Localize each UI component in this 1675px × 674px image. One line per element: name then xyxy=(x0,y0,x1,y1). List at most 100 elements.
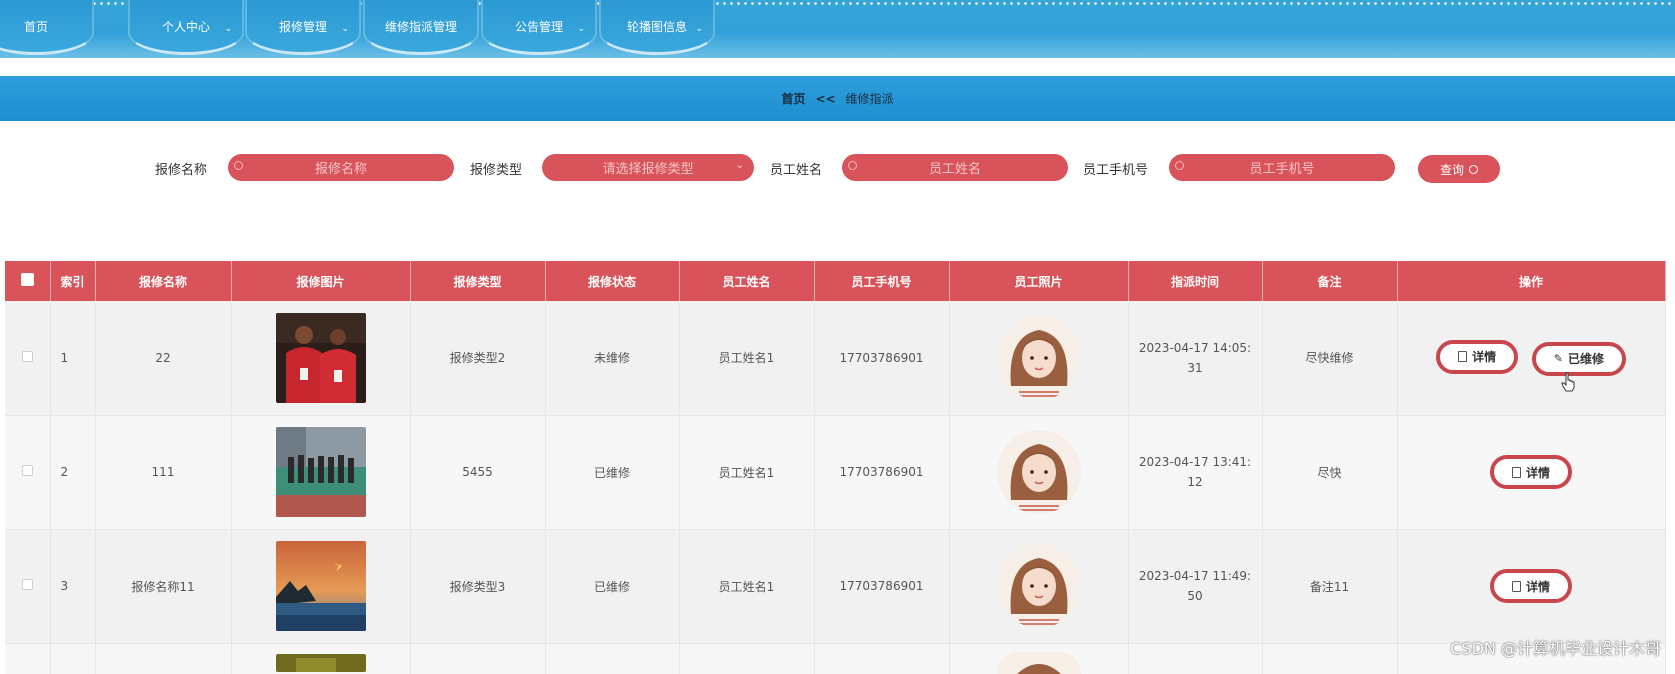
repair-image xyxy=(276,313,366,403)
column-header: 报修图片 xyxy=(231,261,410,301)
employee-phone: 17703786901 xyxy=(814,415,949,529)
repair-image-cell xyxy=(231,415,410,529)
nav-item-label: 首页 xyxy=(24,18,48,35)
row-select-cell[interactable] xyxy=(5,529,50,643)
column-header: 员工姓名 xyxy=(679,261,814,301)
select-all-checkbox[interactable] xyxy=(21,273,34,286)
assign-time-cell: 2023-04-17 13:41: 12 xyxy=(1128,415,1262,529)
search-icon xyxy=(1469,165,1478,174)
breadcrumb-home[interactable]: 首页 xyxy=(781,90,805,107)
column-header: 报修名称 xyxy=(95,261,231,301)
row-select-cell[interactable] xyxy=(5,301,50,415)
nav-spacer xyxy=(0,58,1675,71)
nav-item-assignment-management[interactable]: 维修指派管理 xyxy=(363,0,479,55)
avatar-graphic xyxy=(997,652,1081,674)
table-row: 2 111 xyxy=(5,415,1665,529)
breadcrumb: 首页 << 维修指派 xyxy=(0,76,1675,121)
chevron-down-icon: ⌄ xyxy=(577,24,585,34)
actions-cell: 详情 xyxy=(1397,415,1665,529)
detail-button[interactable]: 详情 xyxy=(1490,455,1572,489)
employee-avatar xyxy=(997,652,1081,674)
employee-photo-cell xyxy=(949,529,1128,643)
assign-time-line1: 2023-04-17 14:05: xyxy=(1129,338,1262,358)
table-header-row: 索引 报修名称 报修图片 报修类型 报修状态 员工姓名 员工手机号 员工照片 指… xyxy=(5,261,1665,301)
repair-image-cell xyxy=(231,301,410,415)
nav-item-label: 轮播图信息 xyxy=(627,18,687,35)
employee-name: 员工姓名1 xyxy=(679,301,814,415)
column-header: 索引 xyxy=(50,261,95,301)
employee-phone-placeholder: 员工手机号 xyxy=(1249,158,1314,177)
mark-repaired-button-label: 已维修 xyxy=(1568,350,1604,367)
assign-time-cell: 2023-04-17 11:49: 50 xyxy=(1128,529,1262,643)
nav-item-home[interactable]: 首页 xyxy=(0,0,94,55)
edit-icon: ✎ xyxy=(1554,352,1563,365)
search-icon xyxy=(1175,161,1184,170)
note: 尽快维修 xyxy=(1262,301,1397,415)
repair-image xyxy=(276,427,366,517)
document-icon xyxy=(1458,351,1467,362)
watermark: CSDN @计算机毕业设计木哥 xyxy=(1450,635,1661,659)
actions-cell: 详情 xyxy=(1397,529,1665,643)
avatar-graphic xyxy=(997,316,1081,400)
row-checkbox[interactable] xyxy=(22,579,33,590)
search-icon xyxy=(234,161,243,170)
employee-phone: 17703786901 xyxy=(814,301,949,415)
employee-avatar xyxy=(997,544,1081,628)
repair-type: 5455 xyxy=(410,415,545,529)
assignment-table: 索引 报修名称 报修图片 报修类型 报修状态 员工姓名 员工手机号 员工照片 指… xyxy=(5,261,1666,674)
row-checkbox[interactable] xyxy=(22,465,33,476)
repair-name-input[interactable]: 报修名称 xyxy=(228,154,454,181)
chevron-down-icon: ⌄ xyxy=(341,24,349,34)
document-icon xyxy=(1512,581,1521,592)
chevron-down-icon: ⌄ xyxy=(736,160,744,171)
breadcrumb-separator: << xyxy=(815,92,835,106)
nav-item-personal-center[interactable]: 个人中心 ⌄ xyxy=(128,0,244,55)
repair-type: 报修类型3 xyxy=(410,529,545,643)
mark-repaired-button[interactable]: ✎ 已维修 xyxy=(1532,342,1626,376)
employee-name-placeholder: 员工姓名 xyxy=(929,158,981,177)
detail-button-label: 详情 xyxy=(1526,578,1550,595)
employee-avatar xyxy=(997,430,1081,514)
column-header: 员工照片 xyxy=(949,261,1128,301)
column-header: 报修类型 xyxy=(410,261,545,301)
repair-name: 报修名称11 xyxy=(95,529,231,643)
search-label-repair-name: 报修名称 xyxy=(155,159,207,178)
avatar-graphic xyxy=(997,544,1081,628)
nav-item-notice-management[interactable]: 公告管理 ⌄ xyxy=(481,0,597,55)
top-nav: 首页 个人中心 ⌄ 报修管理 ⌄ 维修指派管理 公告管理 ⌄ 轮播图信息 ⌄ xyxy=(0,0,1675,58)
repair-type-select[interactable]: 请选择报修类型 ⌄ xyxy=(542,154,754,181)
document-icon xyxy=(1512,467,1521,478)
note: 备注11 xyxy=(1262,529,1397,643)
search-label-repair-type: 报修类型 xyxy=(470,159,522,178)
query-button[interactable]: 查询 xyxy=(1418,155,1500,183)
row-index: 2 xyxy=(50,415,95,529)
repair-name-placeholder: 报修名称 xyxy=(315,158,367,177)
repair-status: 已维修 xyxy=(545,529,679,643)
query-button-label: 查询 xyxy=(1440,161,1464,178)
detail-button-label: 详情 xyxy=(1472,348,1496,365)
search-icon xyxy=(848,161,857,170)
hand-pointer-icon xyxy=(1561,372,1575,392)
employee-name-input[interactable]: 员工姓名 xyxy=(842,154,1068,181)
employee-avatar xyxy=(997,316,1081,400)
employee-phone: 17703786901 xyxy=(814,529,949,643)
assign-time-cell: 2023-04-17 14:05: 31 xyxy=(1128,301,1262,415)
repair-type-placeholder: 请选择报修类型 xyxy=(602,158,693,177)
assign-time-line1: 2023-04-17 13:41: xyxy=(1129,452,1262,472)
row-checkbox[interactable] xyxy=(22,351,33,362)
detail-button[interactable]: 详情 xyxy=(1490,569,1572,603)
detail-button-label: 详情 xyxy=(1526,464,1550,481)
row-select-cell[interactable] xyxy=(5,415,50,529)
repair-image xyxy=(276,541,366,631)
search-label-employee-name: 员工姓名 xyxy=(770,159,822,178)
nav-item-carousel-info[interactable]: 轮播图信息 ⌄ xyxy=(599,0,715,55)
actions-cell: 详情 ✎ 已维修 xyxy=(1397,301,1665,415)
employee-phone-input[interactable]: 员工手机号 xyxy=(1169,154,1395,181)
assign-time-line2: 31 xyxy=(1129,358,1262,378)
column-header: 备注 xyxy=(1262,261,1397,301)
detail-button[interactable]: 详情 xyxy=(1436,340,1518,374)
row-index: 1 xyxy=(50,301,95,415)
search-label-employee-phone: 员工手机号 xyxy=(1083,159,1148,178)
select-all-cell[interactable] xyxy=(5,261,50,301)
nav-item-repair-management[interactable]: 报修管理 ⌄ xyxy=(245,0,361,55)
